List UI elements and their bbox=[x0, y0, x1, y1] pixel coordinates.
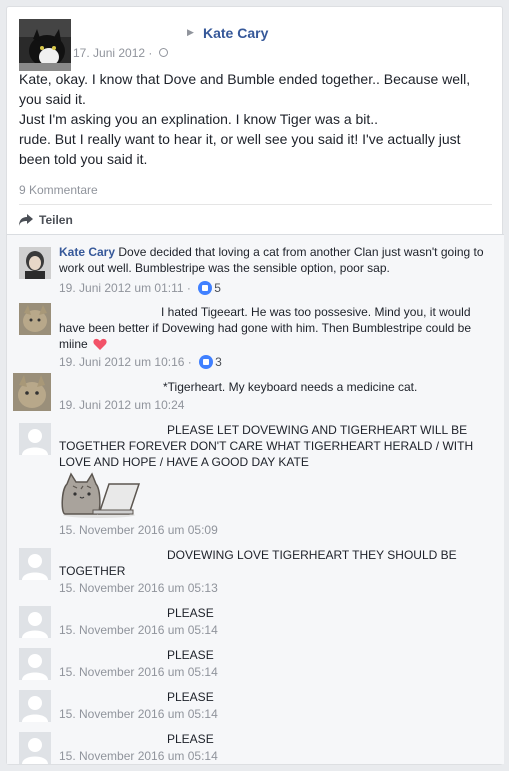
comment-text: *Tigerheart. My keyboard needs a medicin… bbox=[163, 379, 493, 395]
divider bbox=[19, 204, 492, 205]
post-author-name[interactable]: Kate Cary bbox=[203, 25, 268, 41]
post-author-avatar[interactable] bbox=[19, 19, 71, 71]
comment-text: PLEASE bbox=[167, 689, 367, 705]
comment-body: PLEASE bbox=[167, 690, 214, 704]
meta-separator: · bbox=[187, 355, 192, 369]
meta-separator: · bbox=[186, 281, 191, 295]
comment-meta: 15. November 2016 um 05:14 bbox=[59, 623, 218, 637]
comment-body: PLEASE bbox=[167, 606, 214, 620]
triangle-right-icon: ▶ bbox=[187, 27, 194, 37]
default-avatar-icon[interactable] bbox=[19, 690, 51, 722]
comment-timestamp[interactable]: 15. November 2016 um 05:09 bbox=[59, 523, 218, 537]
comment-author-name[interactable]: Kate Cary bbox=[59, 245, 115, 259]
post-date[interactable]: 17. Juni 2012 bbox=[73, 46, 145, 60]
comment-author-avatar[interactable] bbox=[19, 303, 51, 335]
default-avatar-icon[interactable] bbox=[19, 648, 51, 680]
globe-icon[interactable] bbox=[158, 48, 168, 58]
comment-text: PLEASE bbox=[167, 647, 367, 663]
comment-meta: 15. November 2016 um 05:14 bbox=[59, 707, 218, 721]
comment-meta: 15. November 2016 um 05:13 bbox=[59, 581, 218, 595]
like-icon[interactable] bbox=[199, 354, 214, 369]
comment-text: Kate Cary Dove decided that loving a cat… bbox=[59, 244, 489, 276]
comment-timestamp[interactable]: 15. November 2016 um 05:14 bbox=[59, 665, 218, 679]
heart-icon bbox=[93, 339, 107, 351]
like-count[interactable]: 5 bbox=[214, 281, 221, 295]
share-arrow-icon bbox=[19, 214, 33, 226]
comment-author-avatar[interactable] bbox=[19, 247, 51, 279]
pusheen-laptop-sticker bbox=[59, 470, 141, 518]
comment-body: PLEASE bbox=[167, 732, 214, 746]
comment-timestamp[interactable]: 19. Juni 2012 um 10:16 bbox=[59, 355, 184, 369]
comment-timestamp[interactable]: 15. November 2016 um 05:14 bbox=[59, 749, 218, 763]
post-card: ▶ Kate Cary 17. Juni 2012 · Kate, okay. … bbox=[6, 6, 504, 765]
comment-timestamp[interactable]: 19. Juni 2012 um 10:24 bbox=[59, 398, 184, 412]
comment-timestamp[interactable]: 15. November 2016 um 05:14 bbox=[59, 707, 218, 721]
share-label: Teilen bbox=[39, 213, 73, 227]
comment-text: I hated Tigeeart. He was too possesive. … bbox=[59, 304, 489, 352]
post-body-line: rude. But I really want to hear it, or w… bbox=[19, 131, 461, 167]
meta-separator: · bbox=[148, 46, 153, 60]
comment-body: I hated Tigeeart. He was too possesive. … bbox=[59, 305, 472, 351]
comment-body: *Tigerheart. My keyboard needs a medicin… bbox=[163, 380, 418, 394]
like-icon[interactable] bbox=[198, 280, 213, 295]
post-meta: 17. Juni 2012 · bbox=[73, 46, 168, 60]
comment-body: DOVEWING LOVE TIGERHEART THEY SHOULD BE … bbox=[59, 548, 457, 578]
comment-body: PLEASE bbox=[167, 648, 214, 662]
comment-meta: 15. November 2016 um 05:09 bbox=[59, 523, 218, 537]
comments-section: Kate Cary Dove decided that loving a cat… bbox=[7, 234, 504, 764]
comment-body: Dove decided that loving a cat from anot… bbox=[59, 245, 484, 275]
comment-text: PLEASE bbox=[167, 605, 367, 621]
post-body-line: Kate, okay. I know that Dove and Bumble … bbox=[19, 71, 471, 107]
comment-meta: 15. November 2016 um 05:14 bbox=[59, 665, 218, 679]
comment-meta: 19. Juni 2012 um 10:24 bbox=[59, 398, 184, 412]
comment-text: PLEASE LET DOVEWING AND TIGERHEART WILL … bbox=[59, 422, 489, 470]
default-avatar-icon[interactable] bbox=[19, 423, 51, 455]
comment-body: PLEASE LET DOVEWING AND TIGERHEART WILL … bbox=[59, 423, 474, 469]
comment-timestamp[interactable]: 15. November 2016 um 05:13 bbox=[59, 581, 218, 595]
comment-count[interactable]: 9 Kommentare bbox=[19, 183, 98, 197]
comment-meta: 19. Juni 2012 um 01:11 · 5 bbox=[59, 280, 221, 296]
comment-author-avatar[interactable] bbox=[13, 373, 51, 411]
default-avatar-icon[interactable] bbox=[19, 548, 51, 580]
default-avatar-icon[interactable] bbox=[19, 606, 51, 638]
comment-timestamp[interactable]: 19. Juni 2012 um 01:11 bbox=[59, 281, 184, 295]
post-body: Kate, okay. I know that Dove and Bumble … bbox=[19, 69, 489, 169]
comment-meta: 19. Juni 2012 um 10:16 · 3 bbox=[59, 354, 222, 370]
comment-timestamp[interactable]: 15. November 2016 um 05:14 bbox=[59, 623, 218, 637]
like-count[interactable]: 3 bbox=[215, 355, 222, 369]
comment-meta: 15. November 2016 um 05:14 bbox=[59, 749, 218, 763]
share-button[interactable]: Teilen bbox=[19, 213, 73, 227]
comment-text: PLEASE bbox=[167, 731, 367, 747]
post-body-line: Just I'm asking you an explination. I kn… bbox=[19, 111, 379, 127]
comment-text: DOVEWING LOVE TIGERHEART THEY SHOULD BE … bbox=[59, 547, 489, 579]
default-avatar-icon[interactable] bbox=[19, 732, 51, 764]
